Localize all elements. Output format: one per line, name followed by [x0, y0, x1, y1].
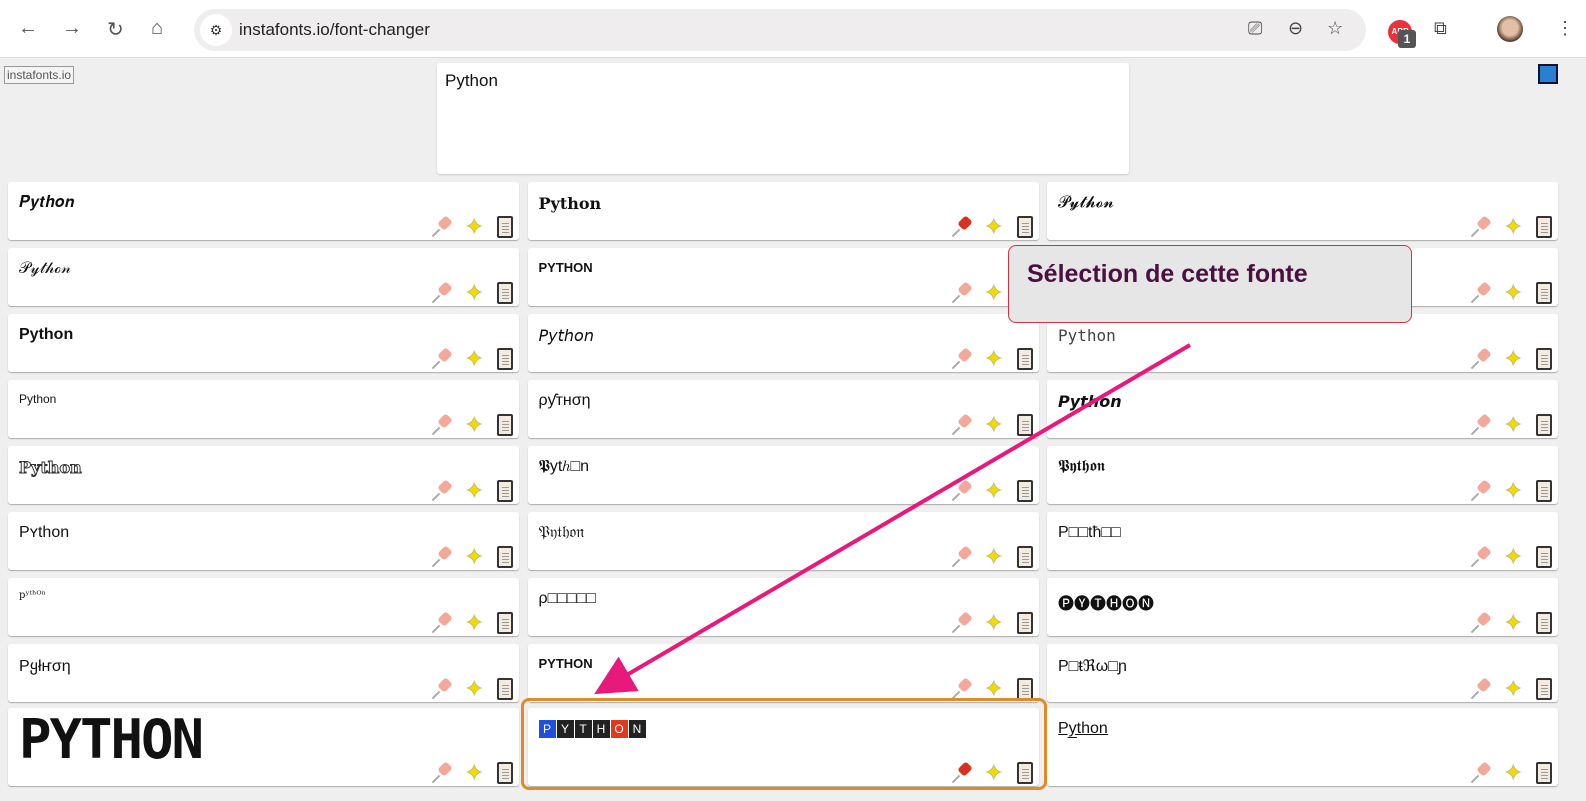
- annotation-callout: Sélection de cette fonte: [1008, 245, 1412, 323]
- annotation-arrow: [594, 343, 1192, 695]
